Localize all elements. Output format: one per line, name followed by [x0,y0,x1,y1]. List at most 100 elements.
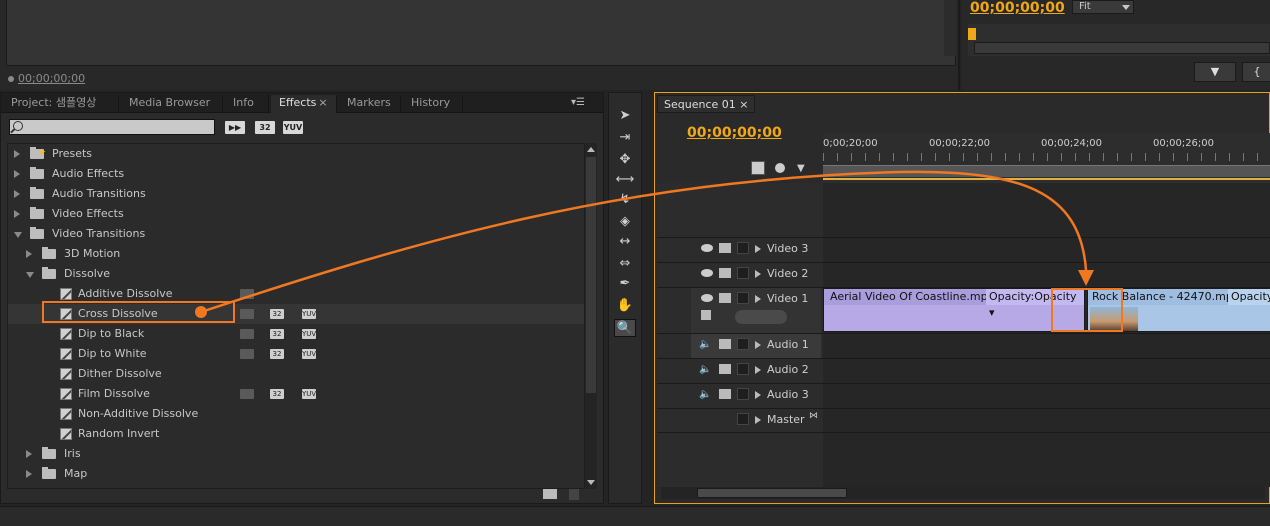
expand-icon[interactable] [755,245,761,253]
yuv-filter-button[interactable]: YUV [283,121,303,134]
expand-icon[interactable] [14,150,20,158]
display-style-icon[interactable] [701,310,711,320]
scroll-thumb[interactable] [697,488,847,498]
new-bin-icon[interactable] [543,489,557,499]
audio-sync-icon[interactable] [719,389,731,399]
program-timecode[interactable]: 00;00;00;00 [970,0,1065,16]
lock-box-icon[interactable] [737,388,749,400]
expand-icon[interactable] [755,341,761,349]
accelerated-filter-icon[interactable]: ▶▶ [225,121,245,134]
selection-tool-icon[interactable]: ➤ [614,107,636,125]
clip-aerial-coastline[interactable]: Aerial Video Of Coastline.mp4 Opacity:Op… [823,288,1085,332]
tab-project[interactable]: Project: 샘플영상 [3,95,119,113]
tab-effects[interactable]: Effects × [271,95,337,113]
lock-box-icon[interactable] [737,363,749,375]
expand-icon[interactable] [26,470,32,478]
eye-icon[interactable] [701,269,713,277]
speaker-icon[interactable]: 🔈 [699,389,711,400]
slip-tool-icon[interactable]: ↔ [614,233,636,251]
effects-scrollbar[interactable] [585,143,597,489]
lock-box-icon[interactable] [737,242,749,254]
tree-folder[interactable]: Iris [8,444,584,464]
razor-tool-icon[interactable]: ◈ [614,213,636,231]
tree-folder[interactable]: Video Effects [8,204,584,224]
collapse-icon[interactable] [14,232,22,238]
speaker-icon[interactable]: 🔈 [699,364,711,375]
expand-icon[interactable] [14,170,20,178]
expand-icon[interactable] [755,270,761,278]
track-video-2[interactable]: Video 2 [657,262,1270,287]
eye-icon[interactable] [701,294,713,302]
effect-item[interactable]: 32 YUV Dip to Black [8,324,584,344]
tree-folder[interactable]: Map [8,464,584,484]
effect-item[interactable]: Dither Dissolve [8,364,584,384]
keyframe-nav[interactable] [735,310,787,324]
ripple-edit-tool-icon[interactable]: ✥ [614,151,636,169]
expand-icon[interactable] [755,295,761,303]
lock-box-icon[interactable] [737,338,749,350]
keyframe-icon[interactable] [775,163,785,173]
tab-sequence-01[interactable]: Sequence 01 × [657,95,756,113]
source-timecode[interactable]: 00;00;00;00 [8,72,85,85]
expand-icon[interactable] [14,210,20,218]
tab-markers[interactable]: Markers [339,95,401,113]
zoom-select[interactable]: Fit [1072,0,1134,14]
32bit-filter-button[interactable]: 32 [255,121,275,134]
tab-media-browser[interactable]: Media Browser [121,95,223,113]
eye-icon[interactable] [701,244,713,252]
source-viewer[interactable] [6,0,956,66]
rate-stretch-tool-icon[interactable]: ↯ [614,191,636,209]
speaker-icon[interactable]: 🔈 [699,339,711,350]
effects-search-input[interactable] [9,119,215,135]
program-scrollbar[interactable] [974,42,1270,54]
tab-info[interactable]: Info [225,95,269,113]
audio-sync-icon[interactable] [719,339,731,349]
close-icon[interactable]: × [739,98,748,111]
expand-icon[interactable] [26,450,32,458]
playhead-icon[interactable] [968,28,976,40]
work-area-bar[interactable] [823,165,1270,180]
source-scrollbar[interactable] [944,0,956,56]
opacity-menu[interactable]: Opacity: [1228,289,1270,305]
track-video-3[interactable]: Video 3 [657,237,1270,262]
scroll-down-icon[interactable] [587,480,595,485]
effect-item[interactable]: 32 YUV Film Dissolve [8,384,584,404]
hand-tool-icon[interactable]: ✋ [614,297,636,315]
tree-folder[interactable]: ★ Presets [8,144,584,164]
track-audio-1[interactable]: 🔈 Audio 1 [657,333,1270,358]
expand-icon[interactable] [14,190,20,198]
film-icon[interactable] [719,243,731,253]
track-audio-2[interactable]: 🔈 Audio 2 [657,358,1270,383]
trash-icon[interactable] [569,489,579,500]
lock-box-icon[interactable] [737,413,749,425]
effect-item[interactable]: Non-Additive Dissolve [8,404,584,424]
timeline-hscrollbar[interactable] [661,487,1265,499]
panel-menu-icon[interactable]: ▾☰ [571,97,585,108]
tree-folder[interactable]: Video Transitions [8,224,584,244]
rolling-edit-tool-icon[interactable]: ⟷ [614,171,636,189]
effect-item[interactable]: 32 YUV Dip to White [8,344,584,364]
lock-box-icon[interactable] [737,267,749,279]
snap-icon[interactable] [751,161,765,175]
expand-icon[interactable] [755,391,761,399]
scroll-up-icon[interactable] [587,147,595,152]
marker-icon[interactable]: ▼ [797,163,805,174]
add-marker-button[interactable]: ▼ [1194,62,1236,82]
expand-icon[interactable] [755,366,761,374]
slide-tool-icon[interactable]: ⇔ [614,255,636,273]
tree-folder[interactable]: 3D Motion [8,244,584,264]
track-audio-3[interactable]: 🔈 Audio 3 [657,383,1270,408]
mark-in-button[interactable]: { [1242,62,1270,82]
pen-tool-icon[interactable]: ✒ [614,275,636,293]
tree-folder[interactable]: Dissolve [8,264,584,284]
resize-icon[interactable]: ⋈ [809,411,818,421]
tree-folder[interactable]: Audio Effects [8,164,584,184]
collapse-icon[interactable] [26,272,34,278]
effect-item[interactable]: Random Invert [8,424,584,444]
expand-icon[interactable] [755,416,761,424]
lock-box-icon[interactable] [737,292,749,304]
track-select-tool-icon[interactable]: ⇥ [614,129,636,147]
track-master[interactable]: Master ⋈ [657,408,1270,433]
expand-icon[interactable] [26,250,32,258]
film-icon[interactable] [719,268,731,278]
